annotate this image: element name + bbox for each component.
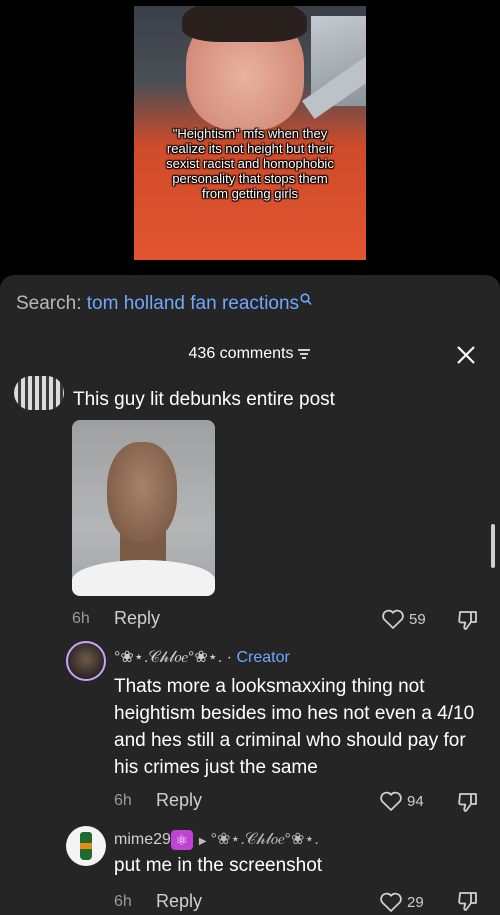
image-shirt: [72, 560, 215, 596]
heart-icon[interactable]: [379, 790, 403, 812]
heart-icon[interactable]: [379, 891, 403, 913]
comments-count-header[interactable]: 436 comments: [0, 345, 500, 363]
sort-icon[interactable]: [297, 348, 311, 360]
dislike-icon[interactable]: [456, 790, 480, 814]
comment-author-row: °❀⋆.𝒞𝒽𝓁𝑜𝑒°❀⋆. · Creator: [114, 647, 290, 667]
search-prefix: Search:: [16, 293, 82, 314]
comment-author[interactable]: mime29: [114, 831, 171, 848]
person-hair: [182, 6, 307, 42]
comments-count: 436 comments: [188, 345, 294, 362]
bottle-icon: [80, 832, 92, 860]
comment-time: 6h: [72, 610, 90, 627]
like-count: 59: [409, 611, 426, 628]
separator: ·: [226, 649, 232, 666]
video-caption: "Heightism" mfs when they realize its no…: [166, 126, 334, 201]
comment-image[interactable]: [72, 420, 215, 596]
creator-badge: Creator: [236, 649, 290, 666]
reply-arrow-icon: ▶: [198, 836, 207, 847]
comment-time: 6h: [114, 893, 132, 910]
image-face: [107, 442, 177, 542]
comment-text: put me in the screenshot: [114, 855, 323, 876]
search-icon: [300, 293, 312, 306]
avatar[interactable]: [66, 826, 106, 866]
comment-text: This guy lit debunks entire post: [73, 389, 335, 410]
like-count: 94: [407, 793, 424, 810]
reply-button[interactable]: Reply: [156, 790, 202, 811]
scrollbar[interactable]: [491, 524, 495, 568]
comment-time: 6h: [114, 792, 132, 809]
search-suggestion[interactable]: Search: tom holland fan reactions: [16, 293, 312, 315]
heart-icon[interactable]: [381, 608, 405, 630]
avatar[interactable]: [14, 376, 64, 410]
dislike-icon[interactable]: [456, 608, 480, 632]
comment-text: Thats more a looksmaxxing thing not heig…: [114, 676, 475, 778]
dislike-icon[interactable]: [456, 889, 480, 913]
comment-author[interactable]: °❀⋆.𝒞𝒽𝓁𝑜𝑒°❀⋆.: [114, 649, 222, 666]
search-query[interactable]: tom holland fan reactions: [87, 293, 299, 314]
reply-button[interactable]: Reply: [156, 891, 202, 912]
like-count: 29: [407, 894, 424, 911]
avatar[interactable]: [66, 641, 106, 681]
comment-author-row: mime29 ⚛ ▶ °❀⋆.𝒞𝒽𝓁𝑜𝑒°❀⋆.: [114, 829, 319, 850]
atom-badge-icon: ⚛: [170, 829, 193, 850]
close-icon[interactable]: [455, 344, 477, 366]
video-thumbnail[interactable]: "Heightism" mfs when they realize its no…: [134, 6, 366, 260]
reply-to-author[interactable]: °❀⋆.𝒞𝒽𝓁𝑜𝑒°❀⋆.: [211, 831, 319, 848]
reply-button[interactable]: Reply: [114, 608, 160, 629]
